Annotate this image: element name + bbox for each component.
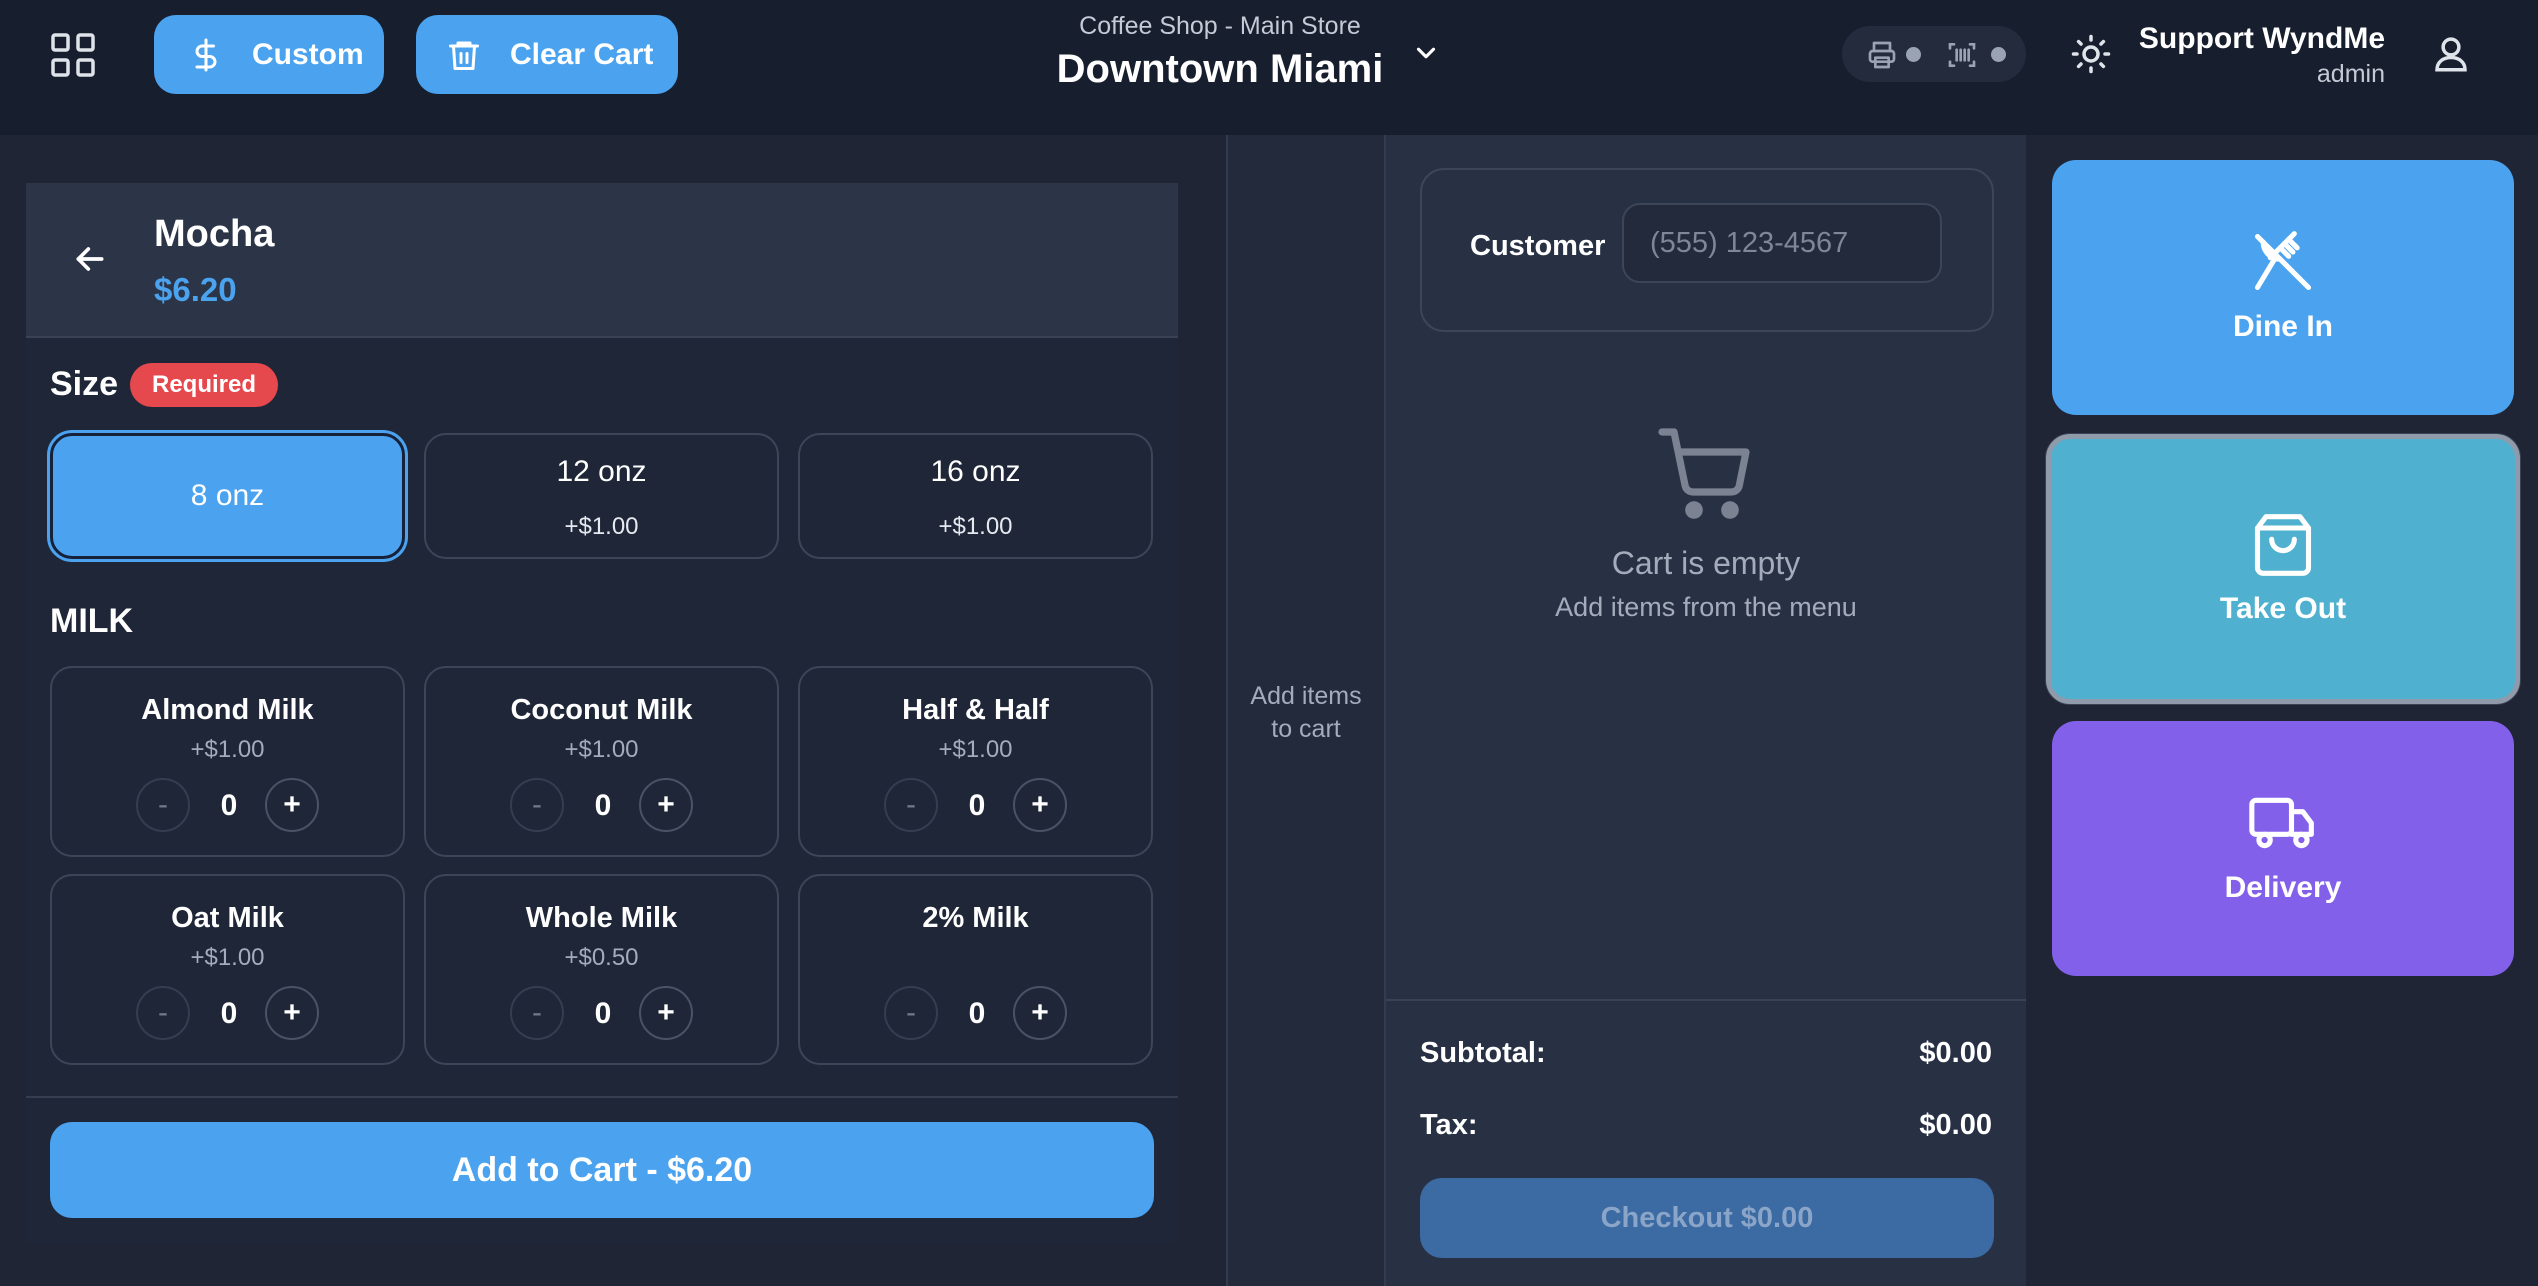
cart-empty-title: Cart is empty bbox=[1611, 545, 1801, 581]
take-out-label: Take Out bbox=[2219, 592, 2347, 625]
decrease-button[interactable]: - bbox=[510, 986, 564, 1040]
required-badge: Required bbox=[130, 363, 279, 407]
delivery-label: Delivery bbox=[2224, 871, 2342, 904]
milk-option-oat: Oat Milk +$1.00 - 0 + bbox=[50, 874, 405, 1065]
increase-button[interactable]: + bbox=[265, 986, 319, 1040]
printer-status-dot bbox=[1906, 47, 1921, 62]
device-status bbox=[1842, 26, 2026, 82]
size-section-title: Size bbox=[50, 365, 119, 403]
size-option-price: +$1.00 bbox=[938, 513, 1013, 540]
customer-phone-input[interactable] bbox=[1622, 203, 1942, 283]
custom-button-label: Custom bbox=[252, 37, 364, 71]
milk-option-price: +$1.00 bbox=[190, 736, 265, 763]
milk-option-whole: Whole Milk +$0.50 - 0 + bbox=[424, 874, 779, 1065]
clear-cart-label: Clear Cart bbox=[510, 37, 654, 71]
back-arrow-icon[interactable] bbox=[70, 239, 110, 279]
decrease-button[interactable]: - bbox=[884, 986, 938, 1040]
quantity-value: 0 bbox=[220, 789, 238, 822]
size-option-price: +$1.00 bbox=[564, 513, 639, 540]
quantity-value: 0 bbox=[594, 789, 612, 822]
sun-icon[interactable] bbox=[2070, 33, 2112, 75]
truck-icon bbox=[2249, 789, 2317, 857]
shopping-bag-icon bbox=[2249, 511, 2317, 579]
milk-option-price: +$1.00 bbox=[938, 736, 1013, 763]
increase-button[interactable]: + bbox=[1013, 986, 1067, 1040]
milk-option-almond: Almond Milk +$1.00 - 0 + bbox=[50, 666, 405, 857]
cart-icon bbox=[1658, 428, 1754, 520]
size-option-8oz[interactable]: 8 onz bbox=[50, 433, 405, 559]
size-option-12oz[interactable]: 12 onz +$1.00 bbox=[424, 433, 779, 559]
divider bbox=[1386, 999, 2026, 1001]
chevron-down-icon[interactable] bbox=[1411, 38, 1441, 68]
increase-button[interactable]: + bbox=[639, 986, 693, 1040]
quantity-value: 0 bbox=[220, 997, 238, 1030]
store-selector[interactable]: Coffee Shop - Main Store Downtown Miami bbox=[1000, 12, 1440, 92]
dine-in-button[interactable]: Dine In bbox=[2052, 160, 2514, 415]
increase-button[interactable]: + bbox=[639, 778, 693, 832]
milk-option-2-percent: 2% Milk - 0 + bbox=[798, 874, 1153, 1065]
decrease-button[interactable]: - bbox=[136, 778, 190, 832]
product-price: $6.20 bbox=[154, 271, 237, 308]
tax-value: $0.00 bbox=[1919, 1109, 1992, 1141]
milk-option-coconut: Coconut Milk +$1.00 - 0 + bbox=[424, 666, 779, 857]
quantity-value: 0 bbox=[968, 997, 986, 1030]
milk-option-price: +$1.00 bbox=[564, 736, 639, 763]
user-name: Support WyndMe bbox=[2138, 22, 2385, 55]
decrease-button[interactable]: - bbox=[136, 986, 190, 1040]
add-to-cart-button[interactable]: Add to Cart - $6.20 bbox=[50, 1122, 1154, 1218]
quantity-value: 0 bbox=[594, 997, 612, 1030]
delivery-button[interactable]: Delivery bbox=[2052, 721, 2514, 976]
clear-cart-button[interactable]: Clear Cart bbox=[416, 15, 678, 94]
product-name: Mocha bbox=[154, 213, 275, 255]
quantity-value: 0 bbox=[968, 789, 986, 822]
trash-icon bbox=[446, 37, 482, 73]
milk-option-name: Half & Half bbox=[902, 694, 1049, 726]
cart-empty-hint: Add items from the menu bbox=[1555, 592, 1857, 622]
decrease-button[interactable]: - bbox=[884, 778, 938, 832]
increase-button[interactable]: + bbox=[265, 778, 319, 832]
size-option-label: 16 onz bbox=[930, 455, 1021, 488]
take-out-button[interactable]: Take Out bbox=[2046, 434, 2520, 704]
divider bbox=[26, 1096, 1178, 1098]
scanner-status-dot bbox=[1991, 47, 2006, 62]
dollar-icon bbox=[188, 37, 224, 73]
checkout-button[interactable]: Checkout $0.00 bbox=[1420, 1178, 1994, 1258]
milk-section-title: MILK bbox=[50, 602, 134, 640]
printer-icon[interactable] bbox=[1866, 39, 1898, 71]
subtotal-value: $0.00 bbox=[1919, 1037, 1992, 1069]
cart-panel: Customer Cart is empty Add items from th… bbox=[1386, 135, 2026, 1286]
subtotal-label: Subtotal: bbox=[1420, 1037, 1546, 1069]
user-icon[interactable] bbox=[2430, 33, 2472, 75]
milk-option-name: Whole Milk bbox=[525, 902, 678, 934]
store-name: Downtown Miami bbox=[1056, 47, 1384, 91]
size-option-label: 12 onz bbox=[556, 455, 647, 488]
milk-option-price: +$0.50 bbox=[564, 944, 639, 971]
dine-in-label: Dine In bbox=[2232, 310, 2333, 343]
utensils-icon bbox=[2249, 228, 2317, 296]
cart-hint-column: Add items to cart bbox=[1226, 135, 1386, 1286]
tax-label: Tax: bbox=[1420, 1109, 1478, 1141]
increase-button[interactable]: + bbox=[1013, 778, 1067, 832]
milk-option-price: +$1.00 bbox=[190, 944, 265, 971]
milk-option-name: Coconut Milk bbox=[510, 694, 693, 726]
barcode-scanner-icon[interactable] bbox=[1946, 39, 1978, 71]
product-header: Mocha $6.20 bbox=[26, 183, 1178, 338]
size-option-label: 8 onz bbox=[190, 479, 265, 512]
size-option-16oz[interactable]: 16 onz +$1.00 bbox=[798, 433, 1153, 559]
decrease-button[interactable]: - bbox=[510, 778, 564, 832]
milk-option-name: Almond Milk bbox=[141, 694, 314, 726]
product-options-panel: Mocha $6.20 Size Required 8 onz 12 onz +… bbox=[26, 183, 1178, 1243]
grid-icon[interactable] bbox=[50, 32, 96, 78]
milk-option-half-and-half: Half & Half +$1.00 - 0 + bbox=[798, 666, 1153, 857]
top-bar: Custom Clear Cart Coffee Shop - Main Sto… bbox=[0, 0, 2538, 135]
store-subtitle: Coffee Shop - Main Store bbox=[1079, 12, 1361, 40]
add-items-hint: Add items to cart bbox=[1250, 682, 1362, 743]
milk-option-name: Oat Milk bbox=[171, 902, 284, 934]
customer-label: Customer bbox=[1470, 230, 1606, 262]
user-role: admin bbox=[2316, 60, 2385, 88]
milk-option-name: 2% Milk bbox=[922, 902, 1029, 934]
custom-button[interactable]: Custom bbox=[154, 15, 384, 94]
customer-section: Customer bbox=[1420, 168, 1994, 332]
